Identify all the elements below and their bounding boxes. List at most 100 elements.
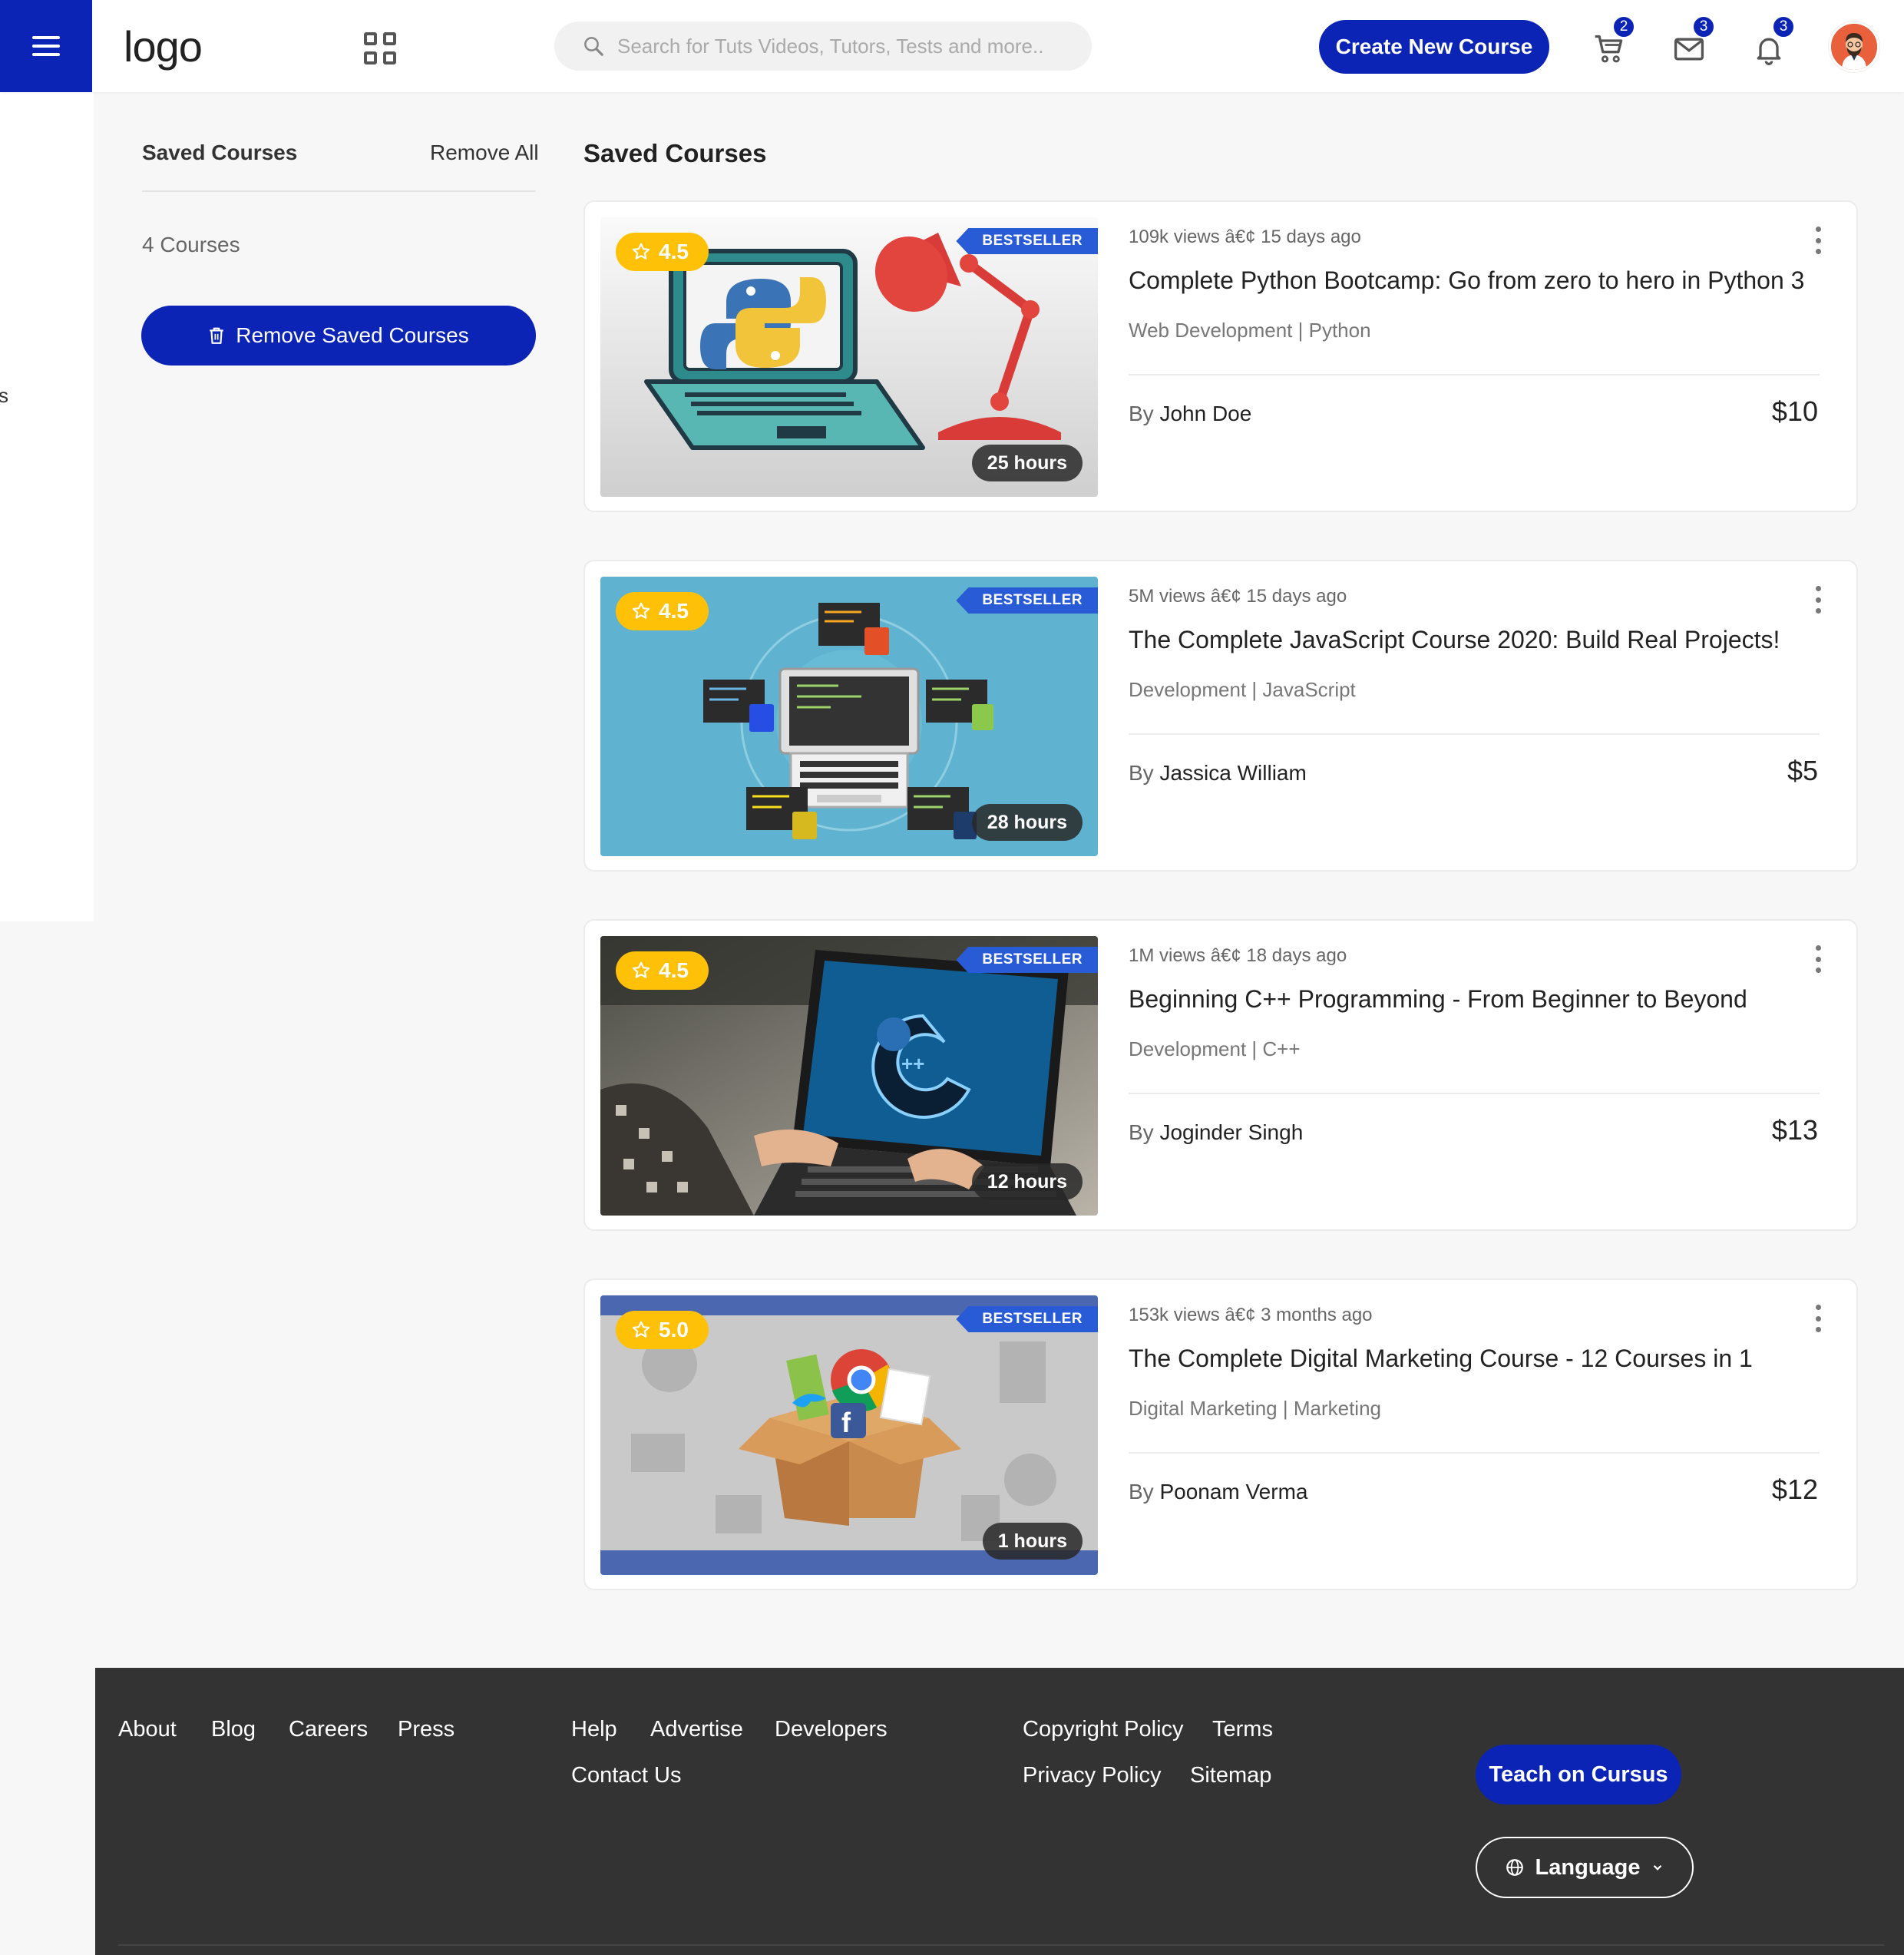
footer: About Blog Careers Press Help Advertise …	[95, 1668, 1904, 1955]
sidebar-collapsed: s	[0, 92, 94, 921]
more-vertical-icon[interactable]	[1812, 945, 1824, 973]
chevron-down-icon	[1654, 1864, 1662, 1871]
course-meta: 5M views â€¢ 15 days ago	[1129, 586, 1347, 607]
footer-link-developers[interactable]: Developers	[775, 1717, 888, 1742]
footer-divider	[118, 1944, 1884, 1946]
remove-saved-courses-label: Remove Saved Courses	[236, 323, 469, 347]
top-header: logo Create New Course 2 3 3	[0, 0, 1904, 92]
search-input[interactable]	[617, 34, 1063, 58]
rating-value: 4.5	[659, 599, 689, 623]
author-name[interactable]: Jassica William	[1159, 761, 1306, 785]
by-label: By	[1129, 761, 1154, 785]
remove-all-link[interactable]: Remove All	[430, 141, 539, 165]
course-author: By Jassica William	[1129, 761, 1307, 786]
rating-badge: 4.5	[616, 592, 709, 630]
course-price: $13	[1771, 1114, 1818, 1146]
duration-badge: 25 hours	[971, 445, 1083, 481]
notifications-button[interactable]: 3	[1752, 15, 1795, 69]
rating-value: 5.0	[659, 1318, 689, 1341]
create-new-course-button[interactable]: Create New Course	[1319, 20, 1549, 74]
divider	[1129, 733, 1820, 735]
course-category: Development | C++	[1129, 1037, 1301, 1060]
course-title[interactable]: The Complete JavaScript Course 2020: Bui…	[1129, 626, 1835, 654]
course-thumbnail[interactable]: f 5.0 BESTSELLER 1 hours	[600, 1295, 1098, 1575]
messages-button[interactable]: 3	[1672, 15, 1715, 69]
saved-courses-heading: Saved Courses	[142, 141, 298, 164]
more-vertical-icon[interactable]	[1812, 1305, 1824, 1332]
bestseller-badge: BESTSELLER	[956, 228, 1098, 254]
footer-link-help[interactable]: Help	[571, 1717, 617, 1742]
by-label: By	[1129, 402, 1154, 425]
course-price: $5	[1787, 755, 1818, 786]
course-card[interactable]: 4.5 BESTSELLER 25 hours 109k views â€¢ 1…	[583, 200, 1858, 512]
course-title[interactable]: Beginning C++ Programming - From Beginne…	[1129, 985, 1835, 1014]
rating-badge: 4.5	[616, 951, 709, 990]
footer-link-copyright-policy[interactable]: Copyright Policy	[1023, 1717, 1184, 1742]
menu-icon[interactable]	[0, 0, 92, 92]
search-icon	[584, 37, 603, 56]
course-author: By John Doe	[1129, 402, 1251, 426]
author-name[interactable]: Joginder Singh	[1159, 1120, 1303, 1144]
course-category: Development | JavaScript	[1129, 678, 1356, 701]
footer-link-press[interactable]: Press	[398, 1717, 455, 1742]
svg-text:f: f	[841, 1407, 851, 1438]
remove-saved-courses-button[interactable]: Remove Saved Courses	[141, 306, 536, 366]
logo[interactable]: logo	[124, 22, 203, 71]
duration-badge: 12 hours	[971, 1163, 1083, 1200]
divider	[1129, 374, 1820, 375]
teach-on-cursus-button[interactable]: Teach on Cursus	[1476, 1745, 1681, 1804]
course-title[interactable]: Complete Python Bootcamp: Go from zero t…	[1129, 266, 1835, 295]
author-name[interactable]: Poonam Verma	[1159, 1480, 1307, 1503]
footer-link-terms[interactable]: Terms	[1212, 1717, 1273, 1742]
course-card[interactable]: ++ 4.5 BESTSELLER 12 hours 1M views â€¢ …	[583, 919, 1858, 1231]
course-thumbnail[interactable]: 4.5 BESTSELLER 25 hours	[600, 217, 1098, 497]
language-dropdown[interactable]: Language	[1476, 1837, 1694, 1898]
divider	[142, 190, 536, 192]
course-author: By Poonam Verma	[1129, 1480, 1307, 1504]
footer-link-privacy-policy[interactable]: Privacy Policy	[1023, 1763, 1162, 1788]
course-thumbnail[interactable]: ++ 4.5 BESTSELLER 12 hours	[600, 936, 1098, 1216]
search-bar	[554, 22, 1092, 71]
course-meta: 109k views â€¢ 15 days ago	[1129, 227, 1361, 247]
author-name[interactable]: John Doe	[1159, 402, 1251, 425]
star-icon	[632, 243, 650, 260]
sidebar-partial-label: s	[0, 384, 8, 407]
course-author: By Joginder Singh	[1129, 1120, 1303, 1145]
footer-link-sitemap[interactable]: Sitemap	[1190, 1763, 1271, 1788]
rating-value: 4.5	[659, 240, 689, 263]
star-icon	[632, 961, 650, 978]
course-price: $12	[1771, 1474, 1818, 1505]
more-vertical-icon[interactable]	[1812, 227, 1824, 254]
star-icon	[632, 1321, 650, 1338]
messages-count-badge: 3	[1692, 15, 1715, 38]
course-title[interactable]: The Complete Digital Marketing Course - …	[1129, 1345, 1835, 1373]
duration-badge: 28 hours	[971, 804, 1083, 841]
bestseller-badge: BESTSELLER	[956, 1306, 1098, 1332]
rating-value: 4.5	[659, 958, 689, 982]
grid-icon[interactable]	[364, 32, 396, 65]
course-card[interactable]: f 5.0 BESTSELLER 1 hours 153k views â€¢ …	[583, 1279, 1858, 1590]
svg-text:++: ++	[901, 1052, 924, 1075]
language-label: Language	[1535, 1854, 1641, 1880]
globe-icon	[1506, 1859, 1523, 1876]
rating-badge: 5.0	[616, 1311, 709, 1349]
courses-count: 4 Courses	[142, 233, 240, 256]
footer-link-blog[interactable]: Blog	[211, 1717, 256, 1742]
footer-link-careers[interactable]: Careers	[289, 1717, 368, 1742]
page-title: Saved Courses	[583, 139, 767, 167]
course-card[interactable]: 4.5 BESTSELLER 28 hours 5M views â€¢ 15 …	[583, 560, 1858, 872]
by-label: By	[1129, 1480, 1154, 1503]
footer-link-about[interactable]: About	[118, 1717, 177, 1742]
cart-button[interactable]: 2	[1592, 15, 1635, 69]
bestseller-badge: BESTSELLER	[956, 587, 1098, 614]
more-vertical-icon[interactable]	[1812, 586, 1824, 614]
avatar[interactable]	[1829, 22, 1879, 72]
course-thumbnail[interactable]: 4.5 BESTSELLER 28 hours	[600, 577, 1098, 856]
trash-icon	[210, 327, 223, 344]
footer-link-advertise[interactable]: Advertise	[650, 1717, 743, 1742]
course-category: Digital Marketing | Marketing	[1129, 1397, 1381, 1420]
rating-badge: 4.5	[616, 233, 709, 271]
course-price: $10	[1771, 395, 1818, 427]
footer-link-contact-us[interactable]: Contact Us	[571, 1763, 681, 1788]
course-meta: 153k views â€¢ 3 months ago	[1129, 1305, 1373, 1325]
